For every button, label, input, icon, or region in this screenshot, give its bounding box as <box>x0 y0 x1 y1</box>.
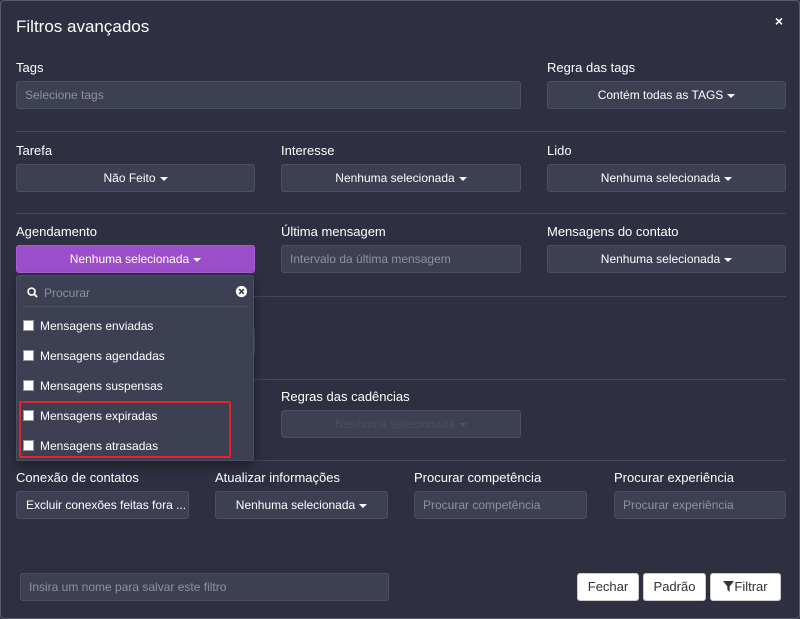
update-info-dropdown[interactable]: Nenhuma selecionada <box>215 491 388 519</box>
competence-label: Procurar competência <box>414 470 542 485</box>
schedule-dropdown[interactable]: Nenhuma selecionada <box>16 245 255 273</box>
divider <box>16 131 786 132</box>
option-suspended-messages[interactable]: Mensagens suspensas <box>23 376 163 396</box>
caret-down-icon <box>724 257 733 262</box>
option-label: Mensagens suspensas <box>40 379 163 393</box>
tags-label: Tags <box>16 60 44 75</box>
interest-value: Nenhuma selecionada <box>335 171 455 185</box>
filter-name-input[interactable]: Insira um nome para salvar este filtro <box>20 573 389 601</box>
update-info-value: Nenhuma selecionada <box>235 498 356 512</box>
caret-down-icon <box>727 93 736 98</box>
last-message-label: Última mensagem <box>281 224 386 239</box>
experience-label: Procurar experiência <box>614 470 734 485</box>
tags-input[interactable]: Selecione tags <box>16 81 521 109</box>
advanced-filters-modal: Filtros avançados × Tags Selecione tags … <box>0 0 800 619</box>
dropdown-search-input[interactable]: Procurar <box>44 286 90 300</box>
checkbox[interactable] <box>23 380 34 392</box>
cadence-rules-dropdown: Nenhuma selecionada <box>281 410 521 438</box>
cadence-rules-value: Nenhuma selecionada <box>335 417 455 431</box>
task-label: Tarefa <box>16 143 53 158</box>
divider <box>16 213 786 214</box>
contact-connection-label: Conexão de contatos <box>16 470 139 485</box>
dropdown-search[interactable]: Procurar <box>22 280 248 307</box>
close-button[interactable]: Fechar <box>577 573 639 601</box>
tag-rule-value: Contém todas as TAGS <box>597 88 724 102</box>
modal-title: Filtros avançados <box>16 17 150 36</box>
update-info-label: Atualizar informações <box>215 470 340 485</box>
caret-down-icon <box>458 422 467 427</box>
cadence-rules-label: Regras das cadências <box>281 389 410 404</box>
checkbox[interactable] <box>23 350 34 362</box>
caret-down-icon <box>193 257 202 262</box>
checkbox[interactable] <box>23 320 34 332</box>
schedule-value: Nenhuma selecionada <box>69 252 190 266</box>
caret-down-icon <box>359 503 368 508</box>
option-label: Mensagens enviadas <box>40 319 154 333</box>
contact-connection-dropdown[interactable]: Excluir conexões feitas fora ... <box>16 491 189 519</box>
schedule-label: Agendamento <box>16 224 97 239</box>
close-icon[interactable]: × <box>775 13 783 29</box>
read-value: Nenhuma selecionada <box>600 171 721 185</box>
funnel-icon <box>723 581 735 593</box>
filter-button-label: Filtrar <box>734 579 768 594</box>
option-label: Mensagens agendadas <box>40 349 165 363</box>
caret-down-icon <box>159 176 168 181</box>
option-sent-messages[interactable]: Mensagens enviadas <box>23 316 153 336</box>
contact-messages-dropdown[interactable]: Nenhuma selecionada <box>547 245 786 273</box>
default-button[interactable]: Padrão <box>643 573 706 601</box>
tag-rule-dropdown[interactable]: Contém todas as TAGS <box>547 81 786 109</box>
filter-button[interactable]: Filtrar <box>710 573 781 601</box>
interest-dropdown[interactable]: Nenhuma selecionada <box>281 164 521 192</box>
contact-messages-label: Mensagens do contato <box>547 224 679 239</box>
interest-label: Interesse <box>281 143 335 158</box>
caret-down-icon <box>458 176 467 181</box>
caret-down-icon <box>724 176 733 181</box>
contact-messages-value: Nenhuma selecionada <box>600 252 721 266</box>
competence-input[interactable]: Procurar competência <box>414 491 587 519</box>
task-dropdown[interactable]: Não Feito <box>16 164 255 192</box>
clear-icon[interactable] <box>235 285 248 298</box>
tag-rule-label: Regra das tags <box>547 60 636 75</box>
last-message-input[interactable]: Intervalo da última mensagem <box>281 245 521 273</box>
option-scheduled-messages[interactable]: Mensagens agendadas <box>23 346 165 366</box>
task-value: Não Feito <box>103 171 156 185</box>
read-dropdown[interactable]: Nenhuma selecionada <box>547 164 786 192</box>
experience-input[interactable]: Procurar experiência <box>614 491 786 519</box>
highlight-box <box>19 401 231 458</box>
read-label: Lido <box>547 143 572 158</box>
search-icon <box>27 287 38 298</box>
